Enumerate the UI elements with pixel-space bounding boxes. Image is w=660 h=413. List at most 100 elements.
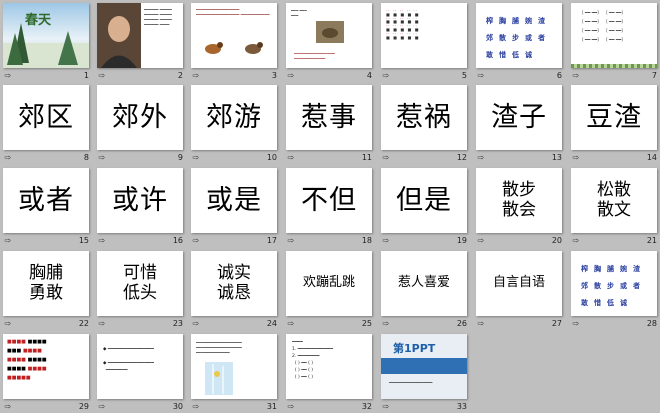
transition-icon[interactable]: ⇨ [190,401,202,413]
transition-icon[interactable]: ⇨ [475,235,487,247]
transition-icon[interactable]: ⇨ [570,152,582,164]
transition-icon[interactable]: ⇨ [570,318,582,330]
slide-thumbnail-15[interactable]: 或者 [3,168,89,233]
character-grid: 榨胸脯婉渣郊散步或者敢惜低诚 [486,13,558,64]
transition-icon[interactable]: ⇨ [380,152,392,164]
word-line: 勇敢 [29,282,63,303]
transition-icon[interactable]: ⇨ [96,318,108,330]
character-word: 渣 [633,265,640,273]
slide-thumbnail-27[interactable]: 自言自语 [476,251,562,316]
slide-thumbnail-8[interactable]: 郊区 [3,85,89,150]
slide-thumbnail-12[interactable]: 惹祸 [381,85,467,150]
slide-thumbnail-22[interactable]: 胸脯 勇敢 [3,251,89,316]
character-word: 诚 [620,299,627,307]
slide-thumbnail-21[interactable]: 松散 散文 [571,168,657,233]
transition-icon[interactable]: ⇨ [570,235,582,247]
word-line: 胸脯 [29,262,63,283]
transition-icon[interactable]: ⇨ [475,70,487,82]
transition-icon[interactable]: ⇨ [96,235,108,247]
transition-icon[interactable]: ⇨ [2,318,14,330]
character-word: 敢 [486,51,493,59]
slide-thumbnail-28[interactable]: 榨胸脯婉渣郊散步或者敢惜低诚 [571,251,657,316]
character-word: 低 [512,51,519,59]
slide-title-text: 春天 [25,13,52,28]
slide-thumbnail-33[interactable]: 第1PPT ━━━━━━━━━━━━━━━━━━ [381,334,467,399]
slide-word-text: 郊区 [3,85,89,150]
character-word: 散 [499,34,506,42]
slide-thumbnail-9[interactable]: 郊外 [97,85,183,150]
slide-number: 6 [556,71,562,80]
slide-thumbnail-29[interactable]: ■■■■ ■■■■ ■■■ ■■■■ ■■■■ ■■■■ ■■■■ ■■■■ ■… [3,334,89,399]
transition-icon[interactable]: ⇨ [380,318,392,330]
character-word: 胸 [594,265,601,273]
slide-thumbnail-16[interactable]: 或许 [97,168,183,233]
slide-thumbnail-13[interactable]: 渣子 [476,85,562,150]
transition-icon[interactable]: ⇨ [285,152,297,164]
transition-icon[interactable]: ⇨ [2,235,14,247]
slide-thumbnail-25[interactable]: 欢蹦乱跳 [286,251,372,316]
slide-thumbnail-23[interactable]: 可惜 低头 [97,251,183,316]
word-line: 郊外 [112,101,168,133]
transition-icon[interactable]: ⇨ [380,70,392,82]
slide-number: 17 [266,236,277,245]
slide-thumbnail-24[interactable]: 诚实 诚恳 [191,251,277,316]
slide-thumbnail-18[interactable]: 不但 [286,168,372,233]
transition-icon[interactable]: ⇨ [190,235,202,247]
slide-thumbnail-7[interactable]: 〔 ━━ ━━〕 〔 ━━ ━━〕〔 ━━ ━━〕 〔 ━━ ━━〕〔 ━━ ━… [571,3,657,68]
slide-thumbnail-31[interactable]: ━━━━━━━━━━━━━━━━━━━ ━━━━━━━━━━━━━━━━━━━ … [191,334,277,399]
transition-icon[interactable]: ⇨ [285,401,297,413]
transition-icon[interactable]: ⇨ [190,318,202,330]
slide-thumbnail-30[interactable]: ◆ ━━━━━━━━━━━━━━━━━ ◆ ━━━━━━━━━━━━━━━━━ ━… [97,334,183,399]
slide-thumbnail-4[interactable]: ━━━ ━━━ ━━━ ━━━━━━━━━━━━━━━━━ ━━━━━━━━━━… [286,3,372,68]
slide-thumbnail-5[interactable]: ·· ·· ·· ·· ·· ■ ■ ■ ■ ■ ·· ·· ·· ·· ·· ■ ■… [381,3,467,68]
transition-icon[interactable]: ⇨ [190,70,202,82]
character-word: 惜 [594,299,601,307]
slide-number: 12 [456,153,467,162]
slide-thumbnail-10[interactable]: 郊游 [191,85,277,150]
transition-icon[interactable]: ⇨ [190,152,202,164]
slide-thumbnail-20[interactable]: 散步 散会 [476,168,562,233]
transition-icon[interactable]: ⇨ [570,70,582,82]
slide-number: 7 [651,71,657,80]
slide-word-text: 惹祸 [381,85,467,150]
transition-icon[interactable]: ⇨ [285,70,297,82]
transition-icon[interactable]: ⇨ [2,152,14,164]
slide-number: 28 [646,319,657,328]
word-line: 自言自语 [492,275,545,291]
slide-thumbnail-17[interactable]: 或是 [191,168,277,233]
trees-picture [205,362,233,395]
slide-thumbnail-19[interactable]: 但是 [381,168,467,233]
slide-thumbnail-32[interactable]: ━━━━ 1. ━━━━━━━━━━━━━ 2. ━━━━━━━━ ( ) ━━ (… [286,334,372,399]
transition-icon[interactable]: ⇨ [380,401,392,413]
slide-thumbnail-11[interactable]: 惹事 [286,85,372,150]
slide-thumbnail-3[interactable]: ━━━━━━━━━━━━━━━━━━ ━━━━━━━━━━━━━━━━━━ ━━… [191,3,277,68]
bullet-list: ◆ ━━━━━━━━━━━━━━━━━ ◆ ━━━━━━━━━━━━━━━━━ ━… [103,347,154,373]
word-line: 可惜 [123,262,157,283]
word-line: 不但 [301,184,357,216]
slide-word-text: 或许 [97,168,183,233]
transition-icon[interactable]: ⇨ [96,401,108,413]
word-line: 松散 [597,179,631,200]
slide-number: 26 [456,319,467,328]
transition-icon[interactable]: ⇨ [96,70,108,82]
transition-icon[interactable]: ⇨ [285,318,297,330]
slide-thumbnail-26[interactable]: 惹人喜爱 [381,251,467,316]
slide-word-text: 散步 散会 [476,168,562,233]
transition-icon[interactable]: ⇨ [96,152,108,164]
character-word: 惜 [499,51,506,59]
transition-icon[interactable]: ⇨ [2,401,14,413]
transition-icon[interactable]: ⇨ [475,152,487,164]
slide-number: 25 [361,319,372,328]
character-word: 步 [607,282,614,290]
transition-icon[interactable]: ⇨ [2,70,14,82]
word-line: 或许 [112,184,168,216]
transition-icon[interactable]: ⇨ [380,235,392,247]
transition-icon[interactable]: ⇨ [285,235,297,247]
slide-thumbnail-6[interactable]: 榨胸脯婉渣郊散步或者敢惜低诚 [476,3,562,68]
slide-sorter: 春天 ⇨ 1 ━━━━━━ ━━━━━ ━━━━━━ ━━━━━ ━━━━━━ ━━… [0,0,660,413]
slide-thumbnail-14[interactable]: 豆渣 [571,85,657,150]
slide-thumbnail-1[interactable]: 春天 [3,3,89,68]
transition-icon[interactable]: ⇨ [475,318,487,330]
slide-thumbnail-2[interactable]: ━━━━━━ ━━━━━ ━━━━━━ ━━━━━ ━━━━━━ ━━━━━ ━… [97,3,183,68]
word-line: 豆渣 [586,101,642,133]
